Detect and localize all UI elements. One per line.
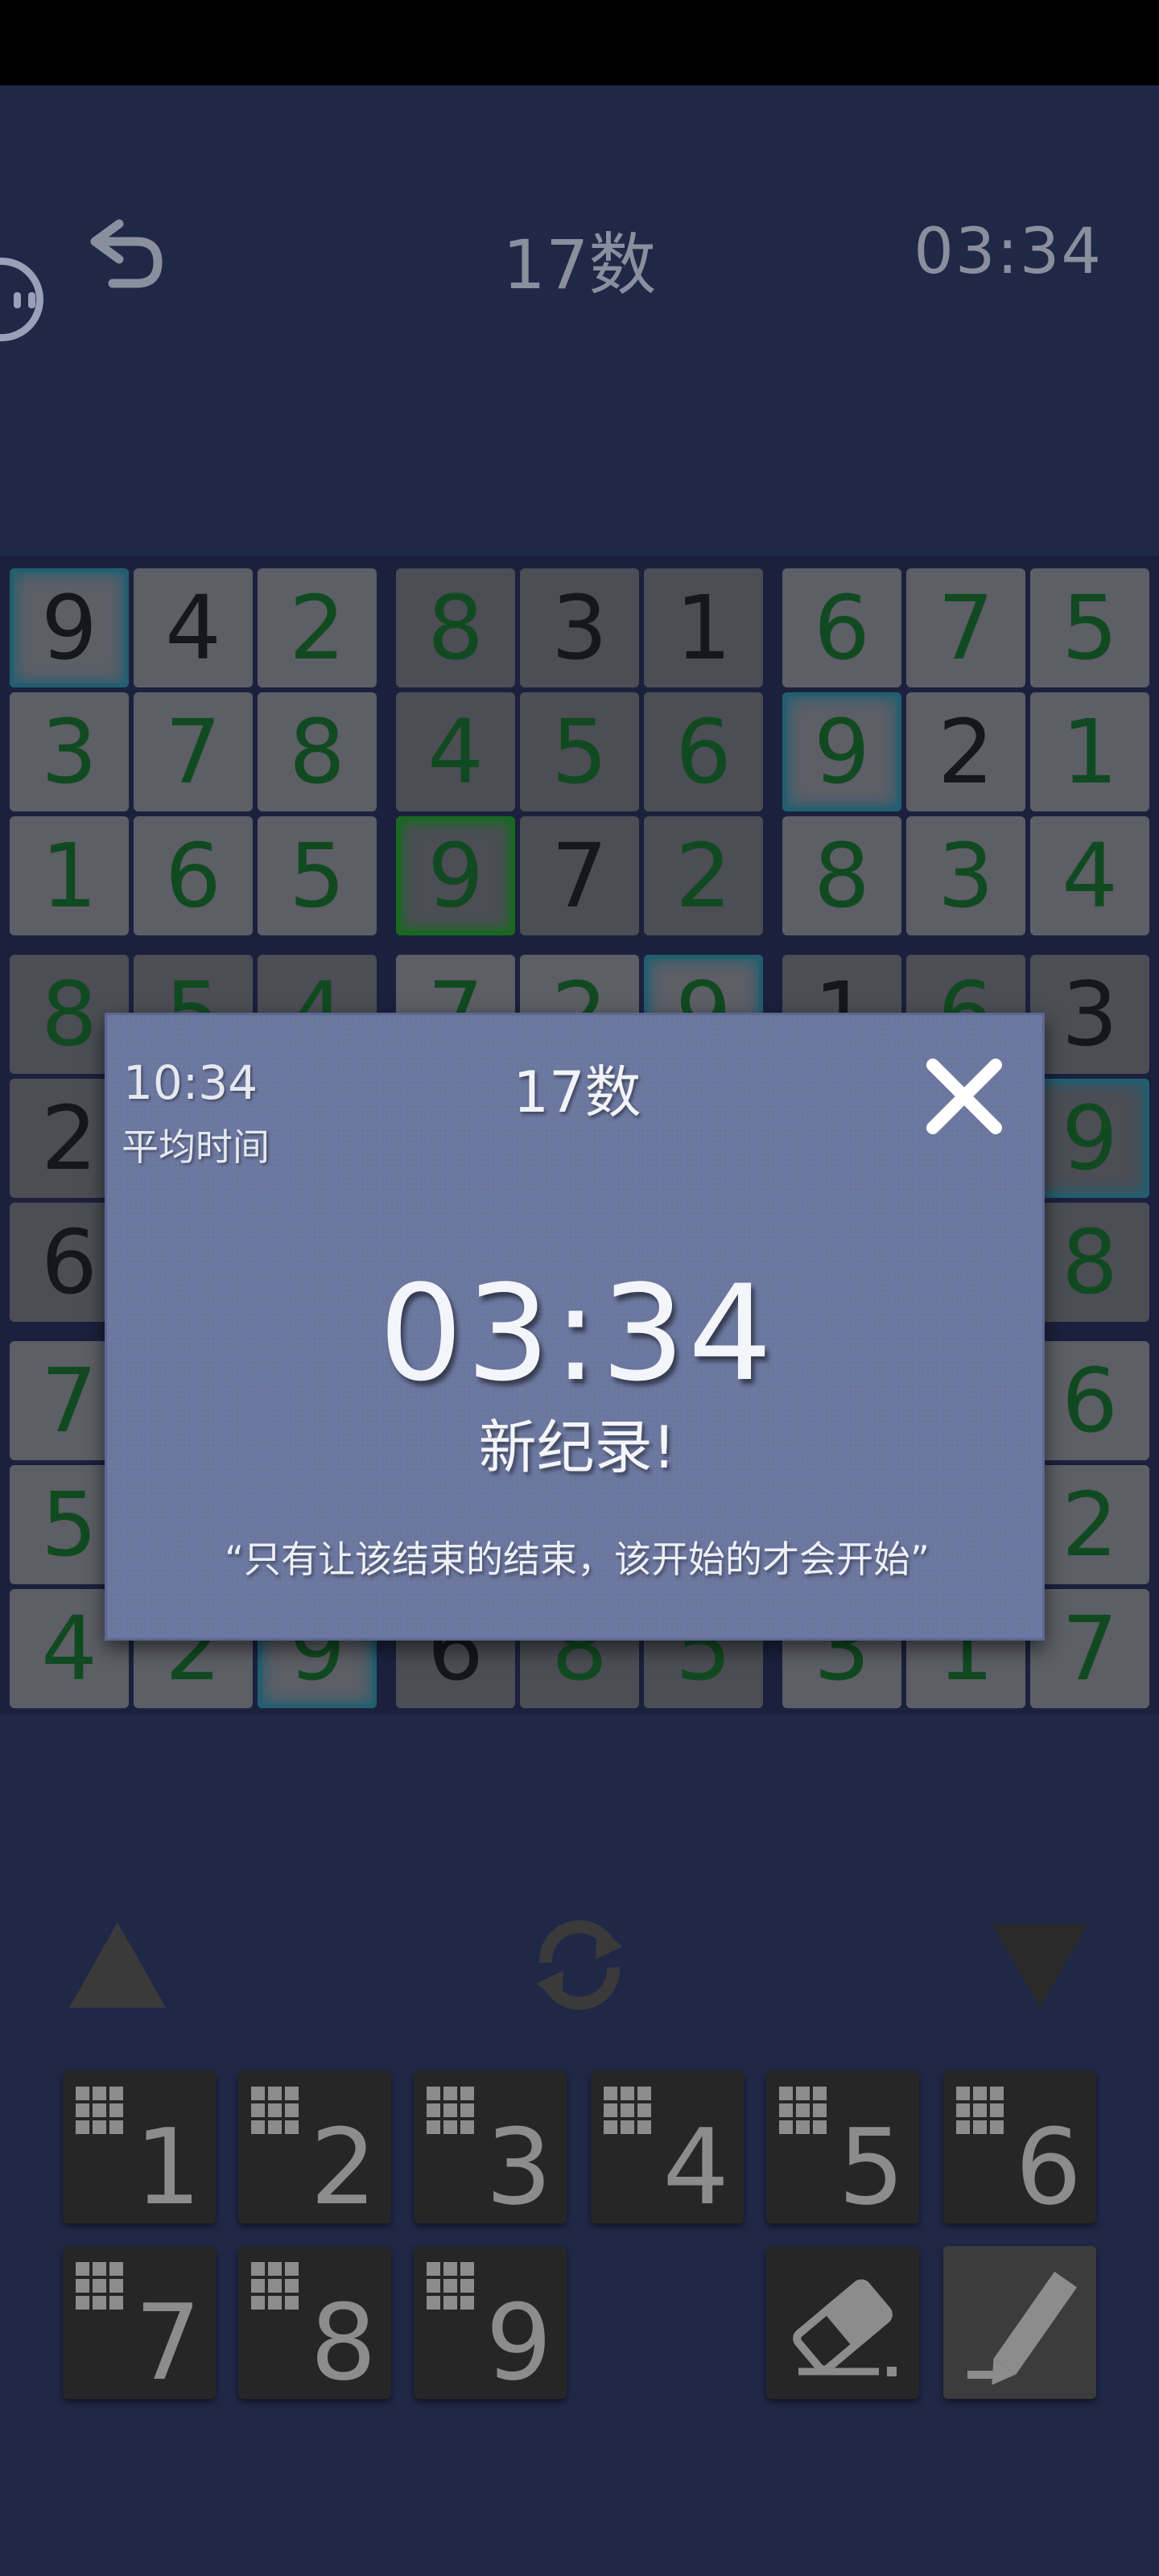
number-key-label: 5 [838,2106,905,2228]
eraser-button[interactable] [766,2246,919,2399]
number-key-label: 9 [485,2281,552,2404]
board-cell[interactable]: 8 [396,568,515,687]
board-cell[interactable]: 1 [644,568,763,687]
grid-icon [427,2262,474,2310]
board-cell[interactable]: 6 [782,568,901,687]
board-cell[interactable]: 9 [10,568,129,687]
board-cell[interactable]: 1 [10,816,129,935]
number-key-3[interactable]: 3 [414,2070,567,2228]
grid-icon [251,2262,299,2310]
number-key-label: 4 [662,2106,729,2228]
pencil-icon [967,2271,1078,2385]
game-timer: 03:34 [914,216,1103,288]
number-key-label: 8 [310,2281,377,2404]
board-cell[interactable]: 2 [906,692,1025,811]
board-cell[interactable]: 7 [134,692,253,811]
board-cell[interactable]: 4 [134,568,253,687]
board-cell[interactable]: 7 [1030,1589,1149,1708]
number-key-5[interactable]: 5 [766,2070,919,2228]
arrow-up-icon[interactable] [64,1916,171,2016]
board-cell[interactable]: 9 [1030,1079,1149,1198]
grid-icon [251,2087,299,2134]
board-cell[interactable]: 2 [258,568,377,687]
completion-time: 03:34 [378,1257,776,1410]
pencil-notes-button[interactable] [943,2246,1096,2399]
board-cell[interactable]: 2 [644,816,763,935]
board-cell[interactable]: 3 [906,816,1025,935]
board-cell[interactable]: 6 [644,692,763,811]
board-cell[interactable]: 7 [906,568,1025,687]
average-time-label: 平均时间 [122,1125,270,1169]
number-key-label: 7 [134,2281,201,2404]
number-key-1[interactable]: 1 [63,2070,216,2228]
quote-text: “只有让该结束的结束，该开始的才会开始” [225,1538,930,1581]
board-cell[interactable]: 6 [134,816,253,935]
arrow-down-icon[interactable] [987,1919,1093,2016]
board-cell[interactable]: 3 [520,568,639,687]
puzzle-title: 17数 [502,225,657,304]
number-key-7[interactable]: 7 [63,2246,216,2404]
board-cell[interactable]: 3 [1030,955,1149,1074]
number-key-8[interactable]: 8 [238,2246,391,2404]
completion-dialog: 10:34 平均时间 17数 03:34 新纪录! “只有让该结束的结束，该开始… [105,1013,1045,1641]
dialog-title: 17数 [513,1059,641,1125]
board-cell[interactable]: 5 [1030,568,1149,687]
board-cell[interactable]: 7 [520,816,639,935]
number-key-4[interactable]: 4 [591,2070,744,2228]
board-cell[interactable]: 8 [782,816,901,935]
close-button[interactable] [920,1052,1008,1141]
grid-icon [76,2087,123,2134]
number-key-label: 6 [1015,2106,1082,2228]
board-cell[interactable]: 9 [396,816,515,935]
board-cell[interactable]: 4 [396,692,515,811]
number-key-label: 1 [134,2106,201,2228]
number-key-2[interactable]: 2 [238,2070,391,2228]
board-cell[interactable]: 5 [258,816,377,935]
grid-icon [76,2262,123,2310]
board-cell[interactable]: 6 [1030,1341,1149,1460]
eraser-icon [793,2279,897,2376]
grid-icon [956,2087,1004,2134]
board-cell[interactable]: 4 [1030,816,1149,935]
average-time-value: 10:34 [123,1055,258,1110]
refresh-icon[interactable] [523,1913,636,2021]
grid-icon [604,2087,651,2134]
grid-icon [779,2087,827,2134]
number-key-label: 3 [485,2106,552,2228]
number-key-label: 2 [310,2106,377,2228]
undo-icon[interactable] [80,217,177,298]
number-key-6[interactable]: 6 [943,2070,1096,2228]
number-key-9[interactable]: 9 [414,2246,567,2404]
board-cell[interactable]: 8 [258,692,377,811]
board-cell[interactable]: 1 [1030,692,1149,811]
board-cell[interactable]: 2 [1030,1465,1149,1584]
new-record-label: 新纪录! [478,1414,676,1481]
status-bar [0,0,1159,85]
board-cell[interactable]: 8 [1030,1203,1149,1322]
board-cell[interactable]: 3 [10,692,129,811]
grid-icon [427,2087,474,2134]
board-cell[interactable]: 9 [782,692,901,811]
board-cell[interactable]: 5 [520,692,639,811]
close-icon [926,1059,1002,1134]
